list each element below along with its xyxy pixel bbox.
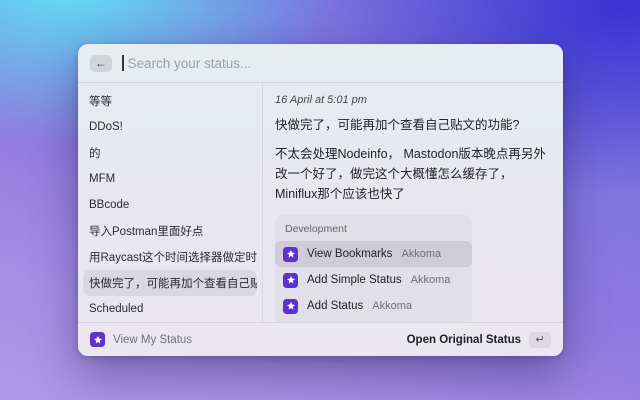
action-label: View Bookmarks <box>307 248 392 260</box>
back-button[interactable]: ← <box>90 55 112 72</box>
status-text: 快做完了，可能再加个查看自己贴文的功能? <box>275 115 549 135</box>
search-input[interactable] <box>126 55 552 72</box>
back-arrow-icon: ← <box>95 55 107 72</box>
akkoma-app-icon <box>283 273 298 288</box>
actions-panel: Development View Bookmarks Akkoma Add Si… <box>275 215 472 325</box>
desktop-background: ← 等等 DDoS! 的 MFM BBcode 导入Postman里面好点 用R… <box>0 0 640 400</box>
footer-bar: View My Status Open Original Status ↵ <box>78 322 563 356</box>
status-text: 不太会处理Nodeinfo， Mastodon版本晚点再另外改一个好了，做完这个… <box>275 144 549 204</box>
list-item[interactable]: 用Raycast这个时间选择器做定时很方… <box>83 244 257 270</box>
action-add-simple-status[interactable]: Add Simple Status Akkoma <box>275 267 472 293</box>
akkoma-app-icon <box>90 332 105 347</box>
actions-section-title: Development <box>285 223 472 235</box>
return-key-icon: ↵ <box>529 332 551 348</box>
action-label: Add Simple Status <box>307 274 402 286</box>
akkoma-app-icon <box>283 247 298 262</box>
footer-right-label: Open Original Status <box>407 334 521 346</box>
list-item[interactable]: 等等 <box>83 88 257 114</box>
open-original-status-button[interactable]: Open Original Status ↵ <box>407 332 551 348</box>
list-item[interactable]: Scheduled <box>83 296 257 322</box>
akkoma-app-icon <box>283 299 298 314</box>
list-item[interactable]: 的 <box>83 140 257 166</box>
list-item-selected[interactable]: 快做完了，可能再加个查看自己贴文的… <box>83 270 257 296</box>
status-timestamp: 16 April at 5:01 pm <box>275 94 549 106</box>
action-app-name: Akkoma <box>372 300 412 312</box>
action-app-name: Akkoma <box>411 274 451 286</box>
main-content: 等等 DDoS! 的 MFM BBcode 导入Postman里面好点 用Ray… <box>78 83 563 322</box>
action-label: Add Status <box>307 300 363 312</box>
action-add-status[interactable]: Add Status Akkoma <box>275 293 472 319</box>
footer-left-label: View My Status <box>113 334 192 346</box>
status-detail-pane: 16 April at 5:01 pm 快做完了，可能再加个查看自己贴文的功能?… <box>263 83 563 322</box>
list-item[interactable]: MFM <box>83 166 257 192</box>
action-app-name: Akkoma <box>401 248 441 260</box>
text-caret <box>122 55 124 71</box>
raycast-window: ← 等等 DDoS! 的 MFM BBcode 导入Postman里面好点 用R… <box>78 44 563 356</box>
action-view-bookmarks[interactable]: View Bookmarks Akkoma <box>275 241 472 267</box>
list-item[interactable]: BBcode <box>83 192 257 218</box>
list-item[interactable]: 导入Postman里面好点 <box>83 218 257 244</box>
list-item[interactable]: DDoS! <box>83 114 257 140</box>
view-my-status-button[interactable]: View My Status <box>90 332 192 347</box>
search-bar: ← <box>78 44 563 83</box>
status-list: 等等 DDoS! 的 MFM BBcode 导入Postman里面好点 用Ray… <box>78 83 263 322</box>
